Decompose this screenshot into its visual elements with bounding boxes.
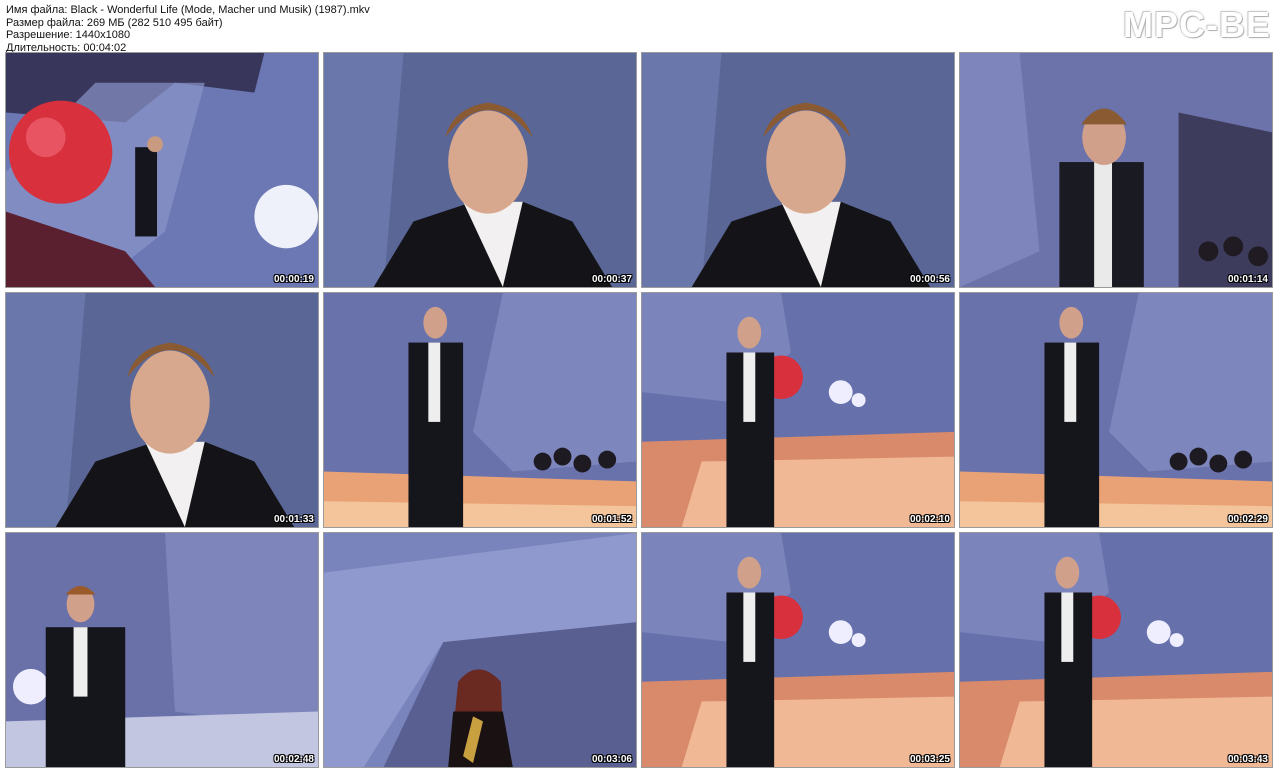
- thumbnail-frame: 00:01:14: [959, 52, 1273, 288]
- thumbnail-frame: 00:00:37: [323, 52, 637, 288]
- thumbnail-grid: 00:00:19 00:00:37 00:00:56 00:01:14 00:0…: [5, 52, 1273, 768]
- filesize-line: Размер файла: 269 МБ (282 510 495 байт): [6, 16, 223, 29]
- thumbnail-timestamp: 00:03:25: [909, 754, 950, 765]
- file-info: Имя файла: Black - Wonderful Life (Mode,…: [6, 4, 370, 54]
- thumbnail-timestamp: 00:00:19: [273, 274, 314, 285]
- thumbnail-frame: 00:02:10: [641, 292, 955, 528]
- thumbnail-timestamp: 00:02:29: [1227, 514, 1268, 525]
- thumbnail-frame: 00:03:25: [641, 532, 955, 768]
- thumbnail-image: [6, 293, 318, 527]
- mpc-be-logo: MPC-BE: [1123, 4, 1271, 45]
- thumbnail-image: [642, 53, 954, 287]
- thumbnail-image: [642, 533, 954, 767]
- thumbnail-timestamp: 00:02:48: [273, 754, 314, 765]
- thumbnail-image: [642, 293, 954, 527]
- thumbnail-frame: 00:02:48: [5, 532, 319, 768]
- resolution-line: Разрешение: 1440x1080: [6, 29, 131, 41]
- thumbnail-frame: 00:03:06: [323, 532, 637, 768]
- thumbnail-frame: 00:00:56: [641, 52, 955, 288]
- filename-line: Имя файла: Black - Wonderful Life (Mode,…: [6, 4, 370, 16]
- thumbnail-image: [324, 53, 636, 287]
- thumbnail-timestamp: 00:01:52: [591, 514, 632, 525]
- thumbnail-frame: 00:01:52: [323, 292, 637, 528]
- thumbnail-image: [960, 533, 1272, 767]
- thumbnail-timestamp: 00:00:37: [591, 274, 632, 285]
- thumbnail-timestamp: 00:01:33: [273, 514, 314, 525]
- thumbnail-frame: 00:00:19: [5, 52, 319, 288]
- thumbnail-frame: 00:01:33: [5, 292, 319, 528]
- thumbnail-frame: 00:02:29: [959, 292, 1273, 528]
- thumbnail-image: [960, 293, 1272, 527]
- thumbnail-timestamp: 00:02:10: [909, 514, 950, 525]
- thumbnail-timestamp: 00:01:14: [1227, 274, 1268, 285]
- thumbnail-image: [960, 53, 1272, 287]
- thumbnail-image: [6, 53, 318, 287]
- thumbnail-timestamp: 00:03:06: [591, 754, 632, 765]
- thumbnail-image: [324, 293, 636, 527]
- thumbnail-image: [324, 533, 636, 767]
- thumbnail-timestamp: 00:00:56: [909, 274, 950, 285]
- thumbnail-timestamp: 00:03:43: [1227, 754, 1268, 765]
- thumbnail-frame: 00:03:43: [959, 532, 1273, 768]
- thumbnail-image: [6, 533, 318, 767]
